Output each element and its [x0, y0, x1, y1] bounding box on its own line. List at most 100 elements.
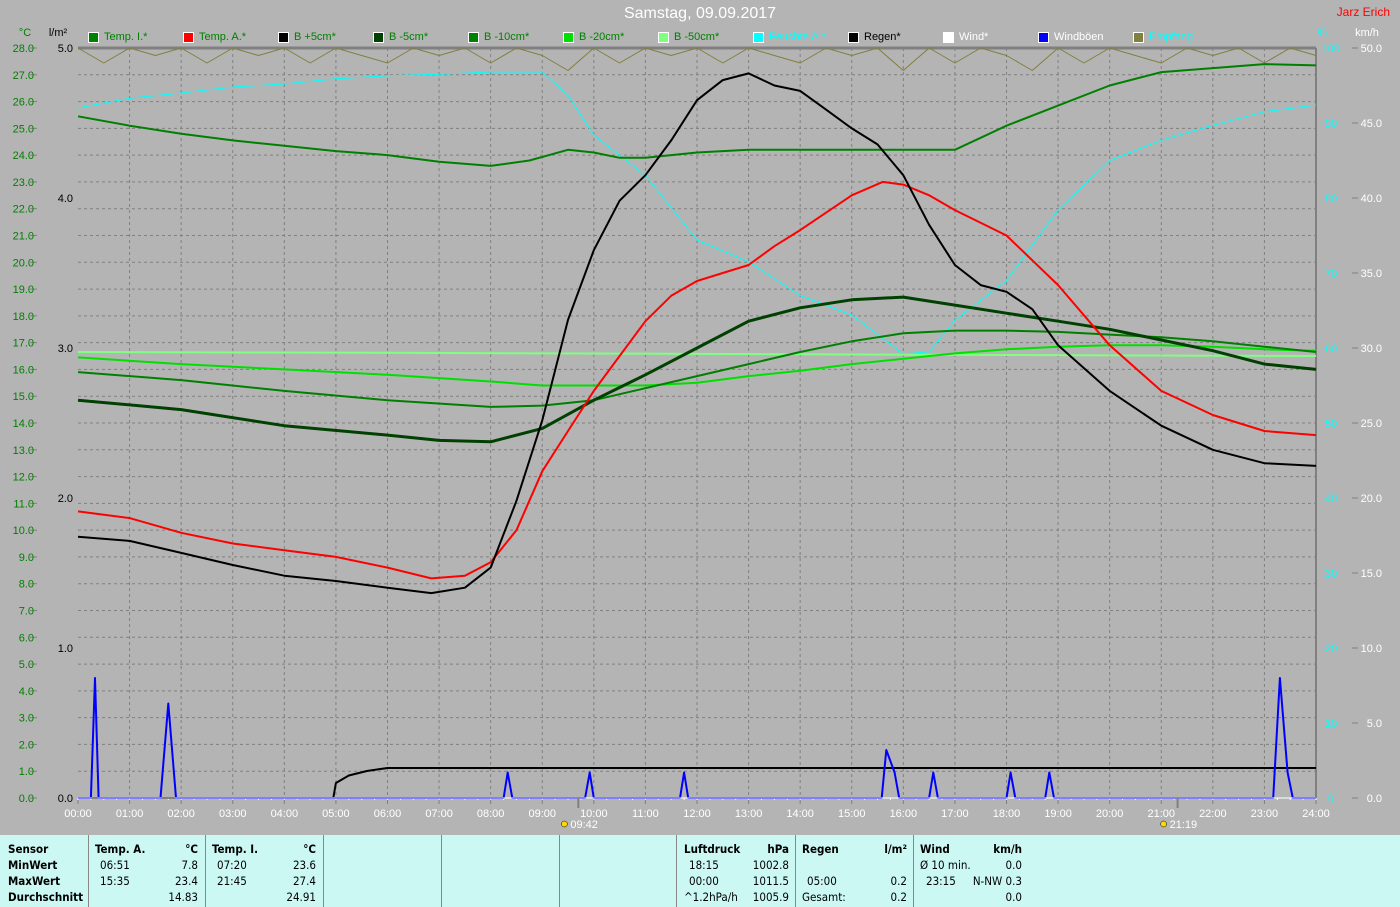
tick-label-x: 08:00 — [477, 808, 505, 820]
legend-label: Windböen — [1054, 31, 1104, 43]
tick-label-x: 05:00 — [322, 808, 350, 820]
temp-i-max-time: 21:45 — [217, 874, 247, 888]
tick-label-c: 26.0 — [13, 97, 34, 109]
tick-label-c: 22.0 — [13, 204, 34, 216]
tick-label-kmh: 50.0 — [1361, 43, 1382, 55]
legend-label: Temp. A.* — [199, 31, 247, 43]
wind-avg: 0.0 — [1005, 858, 1022, 872]
sunrise-sun-icon — [561, 820, 568, 828]
tick-label-x: 17:00 — [941, 808, 969, 820]
temp-i-header: Temp. I. — [212, 842, 259, 856]
tick-label-x: 00:00 — [64, 808, 92, 820]
tick-label-kmh: 30.0 — [1361, 343, 1382, 355]
tick-label-rain: 5.0 — [58, 43, 73, 55]
temp-i-unit: °C — [303, 842, 316, 856]
temp-i-min-time: 07:20 — [217, 858, 247, 872]
tick-label-kmh: 35.0 — [1361, 268, 1382, 280]
temp-i-max: 27.4 — [292, 874, 316, 888]
legend-item: B -20cm* — [563, 31, 624, 43]
tick-label-c: 23.0 — [13, 177, 34, 189]
tick-label-c: 16.0 — [13, 364, 34, 376]
rain-header: Regen — [802, 842, 839, 856]
legend-label: Temp. I.* — [104, 31, 148, 43]
tick-label-c: 15.0 — [13, 391, 34, 403]
rain-max-time: 05:00 — [807, 874, 837, 888]
legend-item: Empfang — [1133, 31, 1193, 43]
wind-max-time: 23:15 — [926, 874, 956, 888]
tick-label-x: 12:00 — [683, 808, 711, 820]
legend-item: Feuchte A.* — [753, 31, 826, 43]
author-label: Jarz Erich — [1336, 5, 1390, 19]
legend-label: B -50cm* — [674, 31, 720, 43]
temp-a-avg: 14.83 — [168, 890, 198, 904]
legend-label: Regen* — [864, 31, 901, 43]
sunrise-label: 09:42 — [570, 819, 598, 831]
pressure-min: 1002.8 — [752, 858, 789, 872]
tick-label-pct: 60 — [1325, 343, 1337, 355]
tick-label-x: 24:00 — [1302, 808, 1330, 820]
tick-label-x: 02:00 — [167, 808, 195, 820]
tick-label-x: 04:00 — [271, 808, 299, 820]
tick-label-kmh: 5.0 — [1367, 718, 1382, 730]
tick-label-pct: 10 — [1325, 718, 1337, 730]
legend-swatch — [373, 31, 384, 43]
tick-label-x: 15:00 — [838, 808, 866, 820]
tick-label-kmh: 20.0 — [1361, 493, 1382, 505]
legend-label: B +5cm* — [294, 31, 336, 43]
tick-label-kmh: 25.0 — [1361, 418, 1382, 430]
stats-table: Sensor MinWert MaxWert Durchschnitt Temp… — [0, 835, 1400, 907]
temp-a-header: Temp. A. — [95, 842, 146, 856]
legend-item: Windböen — [1038, 31, 1104, 43]
temp-i-min: 23.6 — [292, 858, 316, 872]
legend-item: Temp. A.* — [183, 31, 246, 43]
tick-label-c: 6.0 — [19, 632, 34, 644]
rain-total-label: Gesamt: — [802, 890, 846, 904]
wind-header: Wind — [920, 842, 950, 856]
unit-rain: l/m² — [49, 27, 68, 39]
legend-label: Wind* — [959, 31, 989, 43]
tick-label-c: 10.0 — [13, 525, 34, 537]
chart-title: Samstag, 09.09.2017 — [623, 5, 777, 22]
tick-label-c: 17.0 — [13, 338, 34, 350]
tick-label-x: 16:00 — [890, 808, 918, 820]
legend-item: B -50cm* — [658, 31, 719, 43]
legend-item: B -10cm* — [468, 31, 529, 43]
tick-label-kmh: 0.0 — [1367, 793, 1382, 805]
unit-kmh: km/h — [1355, 27, 1379, 39]
legend-label: B -5cm* — [389, 31, 429, 43]
legend-swatch — [943, 31, 954, 43]
pressure-max-time: 00:00 — [689, 874, 719, 888]
tick-label-rain: 2.0 — [58, 493, 73, 505]
sensor-header: Sensor — [8, 842, 49, 856]
tick-label-c: 27.0 — [13, 70, 34, 82]
tick-label-x: 14:00 — [786, 808, 814, 820]
tick-label-c: 12.0 — [13, 472, 34, 484]
unit-c: °C — [19, 27, 31, 39]
sunset-sun-icon — [1160, 820, 1167, 828]
tick-label-kmh: 40.0 — [1361, 193, 1382, 205]
tick-label-c: 1.0 — [19, 766, 34, 778]
tick-label-c: 28.0 — [13, 43, 34, 55]
tick-label-c: 11.0 — [13, 498, 34, 510]
pressure-unit: hPa — [767, 842, 789, 856]
tick-label-rain: 4.0 — [58, 193, 73, 205]
tick-label-x: 23:00 — [1251, 808, 1279, 820]
tick-label-x: 20:00 — [1096, 808, 1124, 820]
legend-swatch — [1038, 31, 1049, 43]
pressure-max: 1011.5 — [752, 874, 789, 888]
pressure-trend: ^1.2hPa/h — [684, 890, 738, 904]
legend-swatch — [848, 31, 859, 43]
legend-item: Temp. I.* — [88, 31, 147, 43]
wind-avg-label: Ø 10 min. — [920, 858, 971, 872]
tick-label-pct: 70 — [1325, 268, 1337, 280]
tick-label-pct: 20 — [1325, 643, 1337, 655]
tick-label-pct: 30 — [1325, 568, 1337, 580]
tick-label-c: 8.0 — [19, 579, 34, 591]
pressure-header: Luftdruck — [684, 842, 741, 856]
tick-label-x: 19:00 — [1044, 808, 1072, 820]
legend-label: Empfang — [1149, 31, 1194, 43]
tick-label-c: 9.0 — [19, 552, 34, 564]
tick-label-pct: 40 — [1325, 493, 1337, 505]
legend-item: B -5cm* — [373, 31, 428, 43]
max-label: MaxWert — [8, 874, 61, 888]
